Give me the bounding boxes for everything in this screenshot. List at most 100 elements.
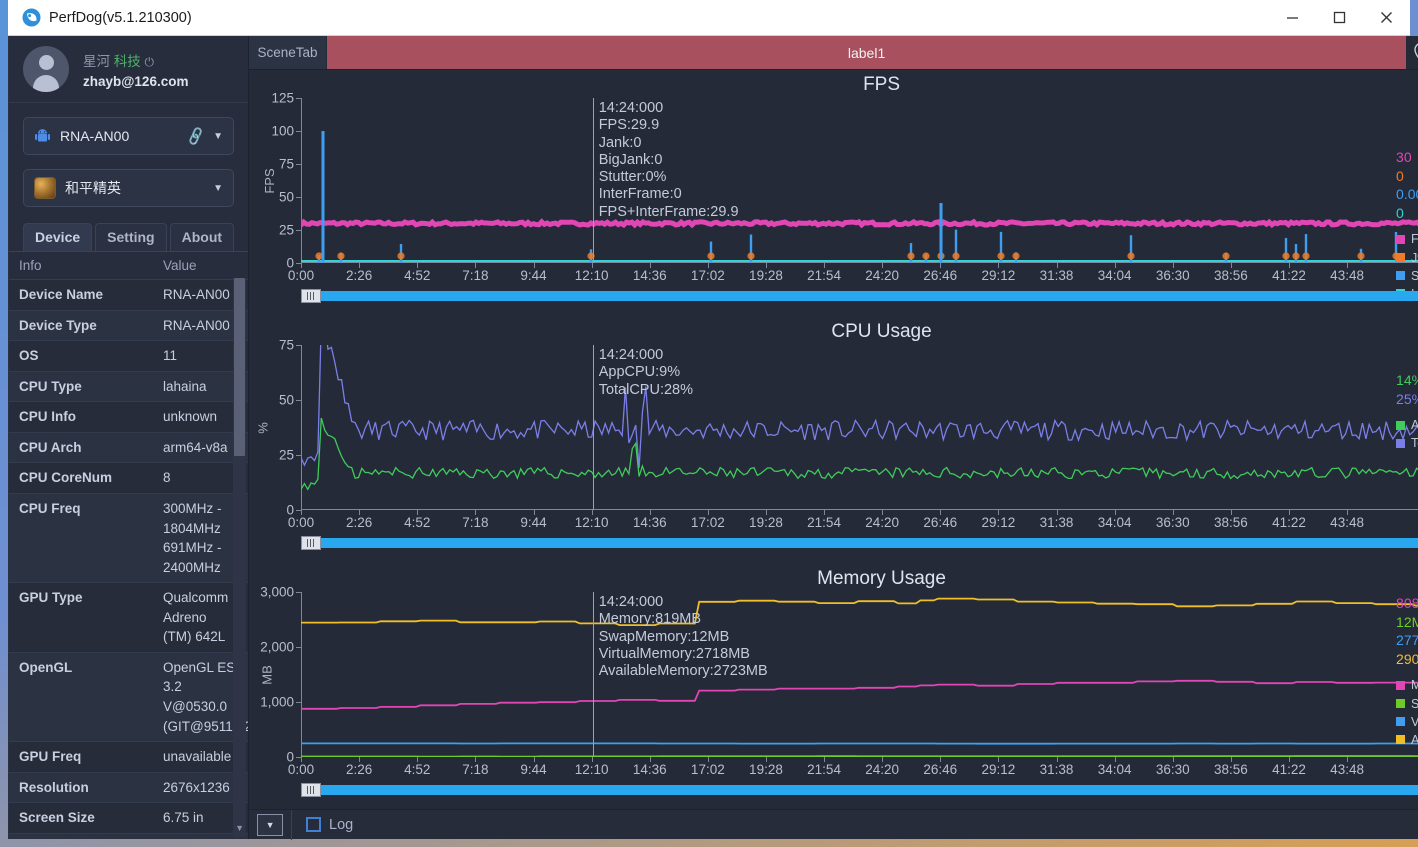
timeline-range[interactable]	[321, 291, 1418, 301]
timeline-handle-left[interactable]	[301, 783, 322, 797]
usb-link-icon[interactable]: 🔗	[184, 125, 206, 147]
power-icon[interactable]: ⏻	[145, 55, 155, 69]
series-jank	[952, 252, 960, 260]
table-row[interactable]: Ram Size7.2 GB	[9, 833, 249, 839]
plot-area[interactable]: 0 25 50 75 14:24:000 AppCPU:9% TotalCPU:28%	[279, 338, 1418, 518]
series-jank	[1292, 252, 1300, 260]
table-row[interactable]: Device Type RNA-AN00	[9, 310, 249, 342]
chart-timeline-scrollbar[interactable]	[301, 783, 1418, 797]
table-row[interactable]: CPU Info unknown	[9, 401, 249, 433]
x-axis-tick-label: 2:26	[346, 762, 373, 777]
table-row[interactable]: Resolution 2676x1236	[9, 772, 249, 804]
legend-item-totalcpu[interactable]: TotalCPU	[1396, 434, 1418, 452]
table-row[interactable]: CPU Arch arm64-v8a	[9, 432, 249, 464]
device-info-table-wrap: Info Value Device Name RNA-AN00 Device Typ…	[9, 251, 249, 839]
legend-item-fps[interactable]: FPS	[1396, 230, 1418, 248]
legend-item-memory[interactable]: Memory	[1396, 676, 1418, 694]
table-row[interactable]: CPU CoreNum 8	[9, 462, 249, 494]
tab-device[interactable]: Device	[23, 223, 93, 251]
y-axis-tick-label: 25	[279, 447, 295, 463]
table-row[interactable]: GPU Type Qualcomm Adreno (TM) 642L	[9, 582, 249, 653]
x-axis-tick-label: 7:18	[462, 268, 489, 283]
expand-dropdown-button[interactable]: ▼	[257, 813, 284, 836]
legend-item-virtualmemory[interactable]: VirtualMemory	[1396, 713, 1418, 731]
series-jank	[337, 252, 345, 260]
account-name-part2: 科技	[113, 53, 141, 69]
x-axis-tick-label: 9:44	[520, 515, 547, 530]
cursor-line[interactable]	[592, 345, 594, 510]
avatar[interactable]	[23, 46, 69, 92]
legend-item-availableme[interactable]: AvailableMe...	[1396, 731, 1418, 749]
plot-area[interactable]: 0 25 50 75 100 125 14:24:000 FPS:29.9 Jank:0 BigJ…	[272, 91, 1418, 271]
x-axis-tick-mark	[301, 263, 303, 268]
maximize-button[interactable]	[1316, 0, 1363, 36]
x-axis-tick-mark	[765, 757, 767, 762]
log-toggle[interactable]: Log	[291, 809, 353, 840]
x-axis-tick-label: 29:12	[981, 515, 1016, 530]
series-jank	[1222, 252, 1230, 260]
scene-tab-button[interactable]: SceneTab	[249, 36, 328, 69]
x-axis-tick-mark	[882, 263, 884, 268]
x-axis-ticks: 0:00 2:26 4:52 7:18 9:44 12:10 14:36 17:02 19:28…	[288, 757, 1418, 780]
table-row[interactable]: OS 11	[9, 340, 249, 372]
table-row[interactable]: CPU Freq 300MHz - 1804MHz 691MHz - 2400MH…	[9, 493, 249, 584]
legend-swatch	[1396, 235, 1406, 244]
chart-timeline-scrollbar[interactable]	[301, 289, 1418, 303]
x-axis-tick-label: 31:38	[1039, 762, 1074, 777]
y-axis-tick-label: 3,000	[260, 584, 295, 600]
device-select[interactable]: RNA-AN00 🔗 ▼	[23, 117, 235, 155]
table-scrollbar[interactable]	[233, 278, 247, 823]
tooltip-line: 14:24:000	[598, 347, 664, 363]
legend-swatch	[1396, 420, 1406, 430]
table-row[interactable]: Device Name RNA-AN00	[9, 279, 249, 311]
x-axis-tick-mark	[1172, 757, 1174, 762]
selectors: RNA-AN00 🔗 ▼ 和平精英 ▼	[9, 103, 248, 221]
scene-label-bar[interactable]: label1	[327, 36, 1407, 69]
desktop-background: PerfDog(v5.1.210300) 星河 科技 ⏻ zhayb@126.c…	[0, 0, 1418, 847]
table-cell-key: OpenGL	[9, 652, 153, 743]
tooltip-line: AppCPU:9%	[598, 364, 681, 381]
tab-about[interactable]: About	[169, 223, 235, 251]
app-select-value: 和平精英	[65, 180, 121, 196]
table-row[interactable]: CPU Type lahaina	[9, 371, 249, 403]
close-button[interactable]	[1363, 0, 1410, 36]
legend-item-appcpu[interactable]: AppCPU	[1396, 416, 1418, 434]
series-jank	[1282, 252, 1290, 260]
plot-area[interactable]: 0 1,000 2,000 3,000 14:24:000 Memory:819MB Swa…	[260, 585, 1418, 765]
timeline-handle-left[interactable]	[301, 289, 322, 303]
app-select[interactable]: 和平精英 ▼	[23, 169, 235, 207]
log-checkbox[interactable]	[306, 817, 322, 832]
legend-item-jank[interactable]: Jank(卡顿次数)	[1396, 249, 1418, 267]
minimize-button[interactable]	[1269, 0, 1316, 36]
location-pin-icon[interactable]	[1412, 42, 1418, 63]
x-axis-tick-mark	[533, 510, 535, 515]
table-row[interactable]: OpenGL OpenGL ES 3.2 V@0530.0 (GIT@95115f…	[9, 652, 249, 743]
x-axis-tick-label: 0:00	[287, 515, 315, 530]
chevron-down-icon[interactable]: ▼	[213, 183, 223, 194]
x-axis-tick-mark	[707, 510, 709, 515]
legend-item-swapmemory[interactable]: SwapMemory	[1396, 695, 1418, 713]
table-row[interactable]: GPU Freq unavailable	[9, 741, 249, 773]
timeline-range[interactable]	[321, 538, 1418, 548]
legend-item-stutter[interactable]: Stutter(卡顿率)	[1396, 267, 1418, 285]
x-axis-tick-label: 21:54	[807, 515, 841, 530]
table-scroll-down-arrow[interactable]: ▼	[233, 823, 247, 837]
table-row[interactable]: Screen Size 6.75 in	[9, 802, 249, 834]
y-axis-tick-label: 25	[279, 222, 295, 238]
chart-cpu-usage: CPU Usage% 0 25 50 75 14:24:000 AppCPU:9% Total…	[249, 317, 1418, 564]
series-jank	[747, 252, 755, 260]
legend-swatch	[1396, 735, 1406, 745]
timeline-handle-left[interactable]	[301, 536, 322, 550]
x-axis-tick-mark	[475, 510, 477, 515]
tab-setting[interactable]: Setting	[95, 223, 167, 251]
x-axis-tick-label: 4:52	[404, 268, 431, 283]
table-scrollbar-thumb[interactable]	[234, 278, 246, 456]
cursor-line[interactable]	[592, 98, 594, 263]
cursor-line[interactable]	[592, 592, 594, 757]
window-body: 星河 科技 ⏻ zhayb@126.com RNA-AN00 🔗 ▼ 和平精英 …	[8, 36, 1418, 840]
chart-timeline-scrollbar[interactable]	[301, 536, 1418, 550]
x-axis-tick-mark	[1172, 263, 1174, 268]
x-axis-tick-label: 43:48	[1330, 268, 1364, 283]
chevron-down-icon[interactable]: ▼	[213, 131, 223, 142]
timeline-range[interactable]	[321, 785, 1418, 795]
